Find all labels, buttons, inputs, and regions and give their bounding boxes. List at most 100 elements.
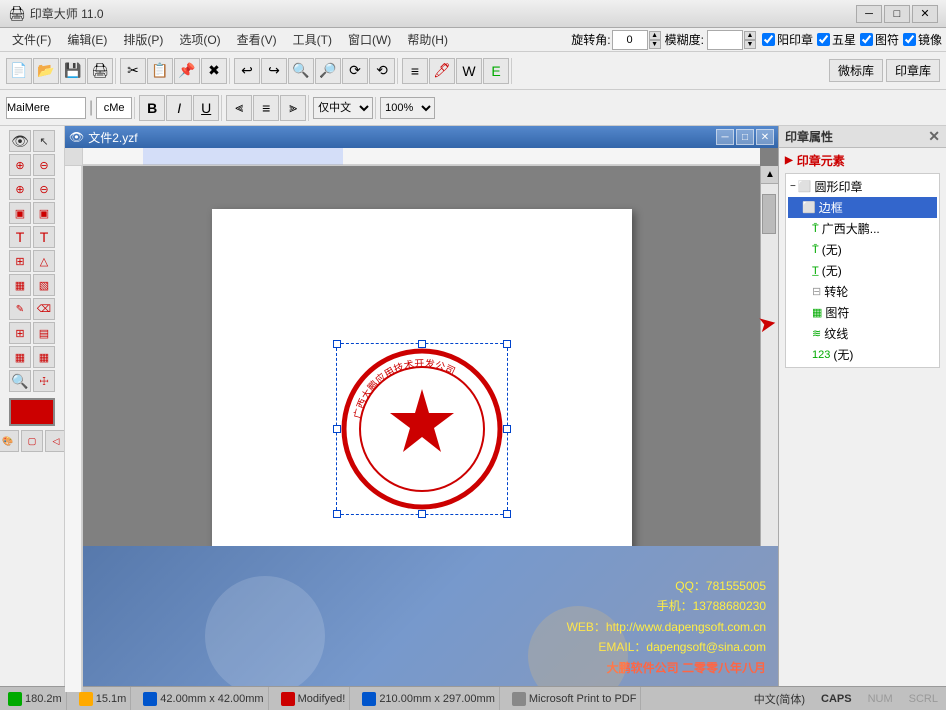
arrow-btn[interactable]: △ [33, 250, 55, 272]
texture2-btn[interactable]: ▧ [33, 274, 55, 296]
doc-maximize-btn[interactable]: □ [736, 129, 754, 145]
align-button[interactable]: ≡ [402, 58, 428, 84]
midu-up-btn[interactable]: ▲ [744, 31, 756, 40]
scroll-thumb-v[interactable] [762, 194, 776, 234]
maximize-button[interactable]: □ [884, 5, 910, 23]
font-size-input[interactable] [96, 97, 132, 119]
grid2-btn[interactable]: ⊞ [9, 322, 31, 344]
tree-item-figure[interactable]: ▦ 图符 [788, 302, 937, 323]
tree-item-texture[interactable]: ≋ 纹线 [788, 323, 937, 344]
oval-minus-btn[interactable]: ⊖ [33, 178, 55, 200]
close-button[interactable]: ✕ [912, 5, 938, 23]
tree-item-border[interactable]: ⬜ 边框 [788, 197, 937, 218]
bold-btn[interactable]: B [139, 95, 165, 121]
excel-button[interactable]: E [483, 58, 509, 84]
grid5-btn[interactable]: ▦ [33, 346, 55, 368]
handle-br[interactable] [503, 510, 511, 518]
fill-btn[interactable]: ▢ [21, 430, 43, 452]
stamp-lib-btn[interactable]: 印章库 [886, 59, 940, 82]
scroll-up-btn[interactable]: ▲ [761, 166, 778, 184]
handle-mr[interactable] [503, 425, 511, 433]
hand-tool[interactable]: ☩ [33, 370, 55, 392]
zoom-in-button[interactable]: 🔍 [288, 58, 314, 84]
oval-btn[interactable]: ⊕ [9, 178, 31, 200]
zoom-select[interactable]: 100% 75% 50% 150% 200% [380, 97, 435, 119]
open-button[interactable]: 📂 [33, 58, 59, 84]
flip-button[interactable]: ⟲ [369, 58, 395, 84]
menu-layout[interactable]: 排版(P) [115, 29, 171, 50]
tree-item-text1[interactable]: T̄ 广西大鹏... [788, 218, 937, 239]
eraser-btn[interactable]: ⌫ [33, 298, 55, 320]
align-right-btn[interactable]: ⫸ [280, 95, 306, 121]
minus-btn[interactable]: ⊖ [33, 154, 55, 176]
text-btn[interactable]: T [9, 226, 31, 248]
collapse-left-btn[interactable]: ◁ [45, 430, 65, 452]
save-button[interactable]: 💾 [60, 58, 86, 84]
micro-lib-btn[interactable]: 微标库 [829, 59, 883, 82]
menu-edit[interactable]: 编辑(E) [59, 29, 115, 50]
font-input[interactable] [6, 97, 86, 119]
copy-button[interactable]: 📋 [147, 58, 173, 84]
mirror-checkbox[interactable]: 镜像 [903, 31, 942, 48]
rotate-up-btn[interactable]: ▲ [649, 31, 661, 40]
rect2-btn[interactable]: ▣ [33, 202, 55, 224]
select-tool[interactable]: 👁 [9, 130, 31, 152]
rotate-input[interactable] [612, 30, 648, 50]
delete-button[interactable]: ✖ [201, 58, 227, 84]
align-center-btn[interactable]: ≡ [253, 95, 279, 121]
rotate-down-btn[interactable]: ▼ [649, 40, 661, 49]
tree-item-none2[interactable]: T̲ (无) [788, 260, 937, 281]
tree-item-root[interactable]: − ⬜ 圆形印章 [788, 176, 937, 197]
color-swatch[interactable] [9, 398, 55, 426]
redo-button[interactable]: ↪ [261, 58, 287, 84]
mirror-check-input[interactable] [903, 33, 916, 46]
menu-options[interactable]: 选项(O) [171, 29, 228, 50]
tree-item-wheel[interactable]: ⊟ 转轮 [788, 281, 937, 302]
yin-check-input[interactable] [762, 33, 775, 46]
circle-btn[interactable]: ⊕ [9, 154, 31, 176]
rotate-button[interactable]: ⟳ [342, 58, 368, 84]
star-check-input[interactable] [817, 33, 830, 46]
menu-view[interactable]: 查看(V) [229, 29, 285, 50]
lang-select[interactable]: 仅中文 [313, 97, 373, 119]
zoom-out-button[interactable]: 🔎 [315, 58, 341, 84]
figure-checkbox[interactable]: 图符 [860, 31, 899, 48]
rect-btn[interactable]: ▣ [9, 202, 31, 224]
midu-down-btn[interactable]: ▼ [744, 40, 756, 49]
new-button[interactable]: 📄 [6, 58, 32, 84]
texture-btn[interactable]: ▦ [9, 274, 31, 296]
tree-item-none1[interactable]: T̄ (无) [788, 239, 937, 260]
print-button[interactable]: 🖨 [87, 58, 113, 84]
right-panel-close-btn[interactable]: ✕ [928, 128, 940, 145]
stamp-button[interactable]: 🖊 [429, 58, 455, 84]
doc-minimize-btn[interactable]: ─ [716, 129, 734, 145]
doc-close-btn[interactable]: ✕ [756, 129, 774, 145]
italic-btn[interactable]: I [166, 95, 192, 121]
zoom-tool[interactable]: 🔍 [9, 370, 31, 392]
grid-btn[interactable]: ⊞ [9, 250, 31, 272]
grid3-btn[interactable]: ▤ [33, 322, 55, 344]
tree-item-none3[interactable]: 123 (无) [788, 344, 937, 365]
yin-checkbox[interactable]: 阳印章 [762, 31, 813, 48]
cut-button[interactable]: ✂ [120, 58, 146, 84]
star-checkbox[interactable]: 五星 [817, 31, 856, 48]
undo-button[interactable]: ↩ [234, 58, 260, 84]
handle-bl[interactable] [333, 510, 341, 518]
grid4-btn[interactable]: ▦ [9, 346, 31, 368]
paste-button[interactable]: 📌 [174, 58, 200, 84]
figure-check-input[interactable] [860, 33, 873, 46]
word-button[interactable]: W [456, 58, 482, 84]
menu-help[interactable]: 帮助(H) [399, 29, 456, 50]
pointer-tool[interactable]: ↖ [33, 130, 55, 152]
menu-tools[interactable]: 工具(T) [285, 29, 340, 50]
underline-btn[interactable]: U [193, 95, 219, 121]
menu-window[interactable]: 窗口(W) [340, 29, 399, 50]
text2-btn[interactable]: T [33, 226, 55, 248]
handle-tr[interactable] [503, 340, 511, 348]
align-left-btn[interactable]: ⫷ [226, 95, 252, 121]
handle-bc[interactable] [418, 510, 426, 518]
menu-file[interactable]: 文件(F) [4, 29, 59, 50]
color-picker-btn[interactable]: 🎨 [0, 430, 19, 452]
pen-btn[interactable]: ✎ [9, 298, 31, 320]
midu-input[interactable] [707, 30, 743, 50]
